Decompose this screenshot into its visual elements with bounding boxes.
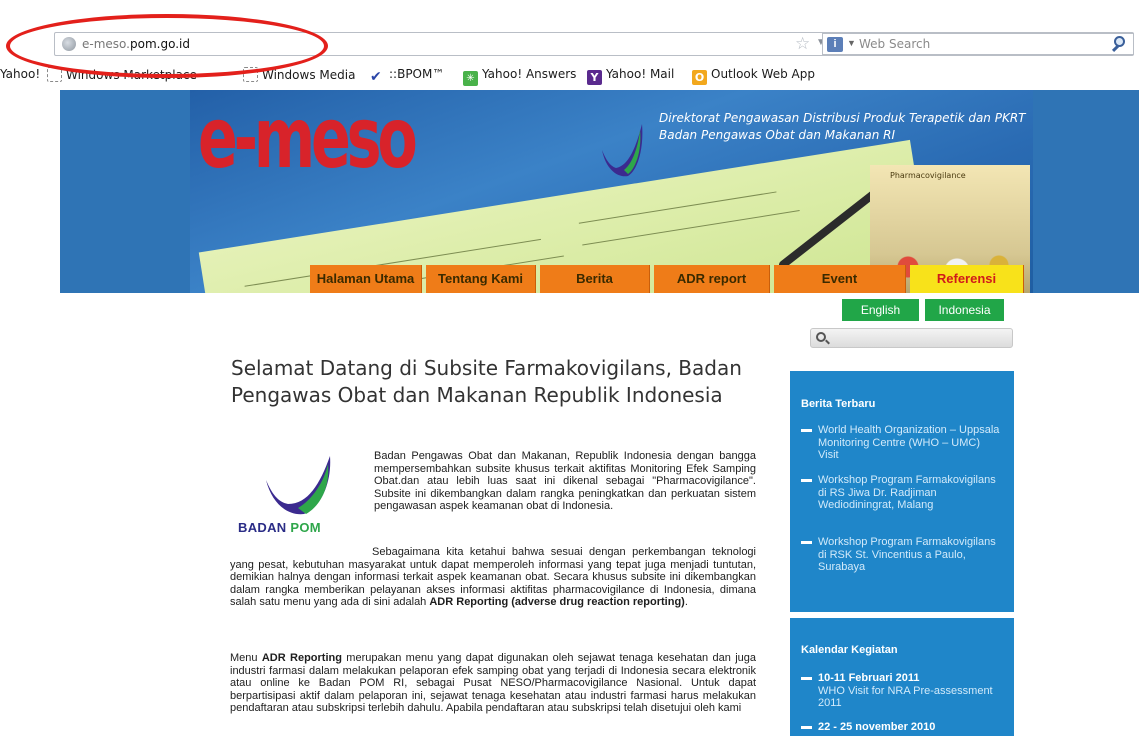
nav-event[interactable]: Event: [774, 265, 906, 293]
latest-news-title: Berita Terbaru: [801, 398, 876, 410]
page-icon: [47, 67, 62, 82]
news-item[interactable]: World Health Organization – Uppsala Moni…: [801, 424, 1001, 462]
event-calendar-title: Kalendar Kegiatan: [801, 644, 898, 656]
body-paragraph-2: Menu ADR Reporting merupakan menu yang d…: [230, 652, 756, 714]
e-meso-logo[interactable]: e-meso: [198, 96, 418, 180]
site-search-input[interactable]: [810, 328, 1013, 348]
bookmark-yahoo-mail[interactable]: Y Yahoo! Mail: [587, 67, 674, 85]
lang-indonesia-button[interactable]: Indonesia: [925, 299, 1004, 321]
browser-search-input[interactable]: i ▼ Web Search: [822, 33, 1134, 55]
page-icon: [243, 67, 258, 82]
news-item[interactable]: Workshop Program Farmakovigilans di RS J…: [801, 474, 1001, 512]
event-item[interactable]: 22 - 25 november 2010: [801, 721, 1001, 734]
organization-title: Direktorat Pengawasan Distribusi Produk …: [659, 111, 1026, 142]
event-calendar-box: Kalendar Kegiatan 10-11 Februari 2011 WHO…: [790, 618, 1014, 736]
bookmark-yahoo[interactable]: Yahoo!: [0, 67, 40, 81]
nav-referensi[interactable]: Referensi: [910, 265, 1024, 293]
nav-halaman-utama[interactable]: Halaman Utama: [310, 265, 422, 293]
magnifier-search-icon[interactable]: [1111, 35, 1127, 53]
url-text[interactable]: e-meso.pom.go.id: [82, 37, 190, 51]
news-item[interactable]: Workshop Program Farmakovigilans di RSK …: [801, 536, 1001, 574]
lang-english-button[interactable]: English: [842, 299, 919, 321]
bookmark-outlook[interactable]: O Outlook Web App: [692, 67, 815, 85]
bookmark-bpom[interactable]: ✔::BPOM™: [370, 67, 444, 85]
bookmark-windows-media[interactable]: Windows Media: [243, 67, 355, 82]
latest-news-box: Berita Terbaru World Health Organization…: [790, 371, 1014, 612]
yahoo-answers-icon: ✳: [463, 71, 478, 86]
search-engine-dropdown-icon[interactable]: ▼: [847, 38, 856, 48]
bookmarks-toolbar: Yahoo! Windows Marketplace Windows Media…: [0, 64, 1139, 86]
search-engine-icon[interactable]: i: [827, 37, 843, 52]
search-placeholder: Web Search: [859, 37, 931, 51]
bpom-check-icon: ✔: [370, 69, 382, 85]
body-paragraph-1: Sebagaimana kita ketahui bahwa sesuai de…: [230, 546, 756, 608]
adr-reporting-link[interactable]: ADR Reporting (adverse drug reaction rep…: [429, 596, 684, 608]
bpom-swoosh-logo: [602, 124, 643, 177]
page-title: Selamat Datang di Subsite Farmakovigilan…: [231, 356, 742, 407]
main-navigation: Halaman Utama Tentang Kami Berita ADR re…: [190, 265, 1033, 293]
badan-pom-logo: BADAN POM: [236, 454, 366, 538]
yahoo-mail-icon: Y: [587, 70, 602, 85]
event-item[interactable]: 10-11 Februari 2011 WHO Visit for NRA Pre…: [801, 672, 1001, 710]
intro-paragraph: Badan Pengawas Obat dan Makanan, Republi…: [374, 450, 756, 512]
nav-adr-report[interactable]: ADR report: [654, 265, 770, 293]
site-identity-icon[interactable]: [62, 37, 76, 51]
bookmark-windows-marketplace[interactable]: Windows Marketplace: [47, 67, 197, 82]
outlook-icon: O: [692, 70, 707, 85]
bookmark-star-icon[interactable]: ☆: [795, 34, 810, 54]
bookmark-yahoo-answers[interactable]: ✳ Yahoo! Answers: [463, 67, 576, 86]
nav-berita[interactable]: Berita: [540, 265, 650, 293]
site-banner: Pharmacovigilance e-meso Direktorat Peng…: [190, 90, 1033, 293]
nav-tentang-kami[interactable]: Tentang Kami: [426, 265, 536, 293]
